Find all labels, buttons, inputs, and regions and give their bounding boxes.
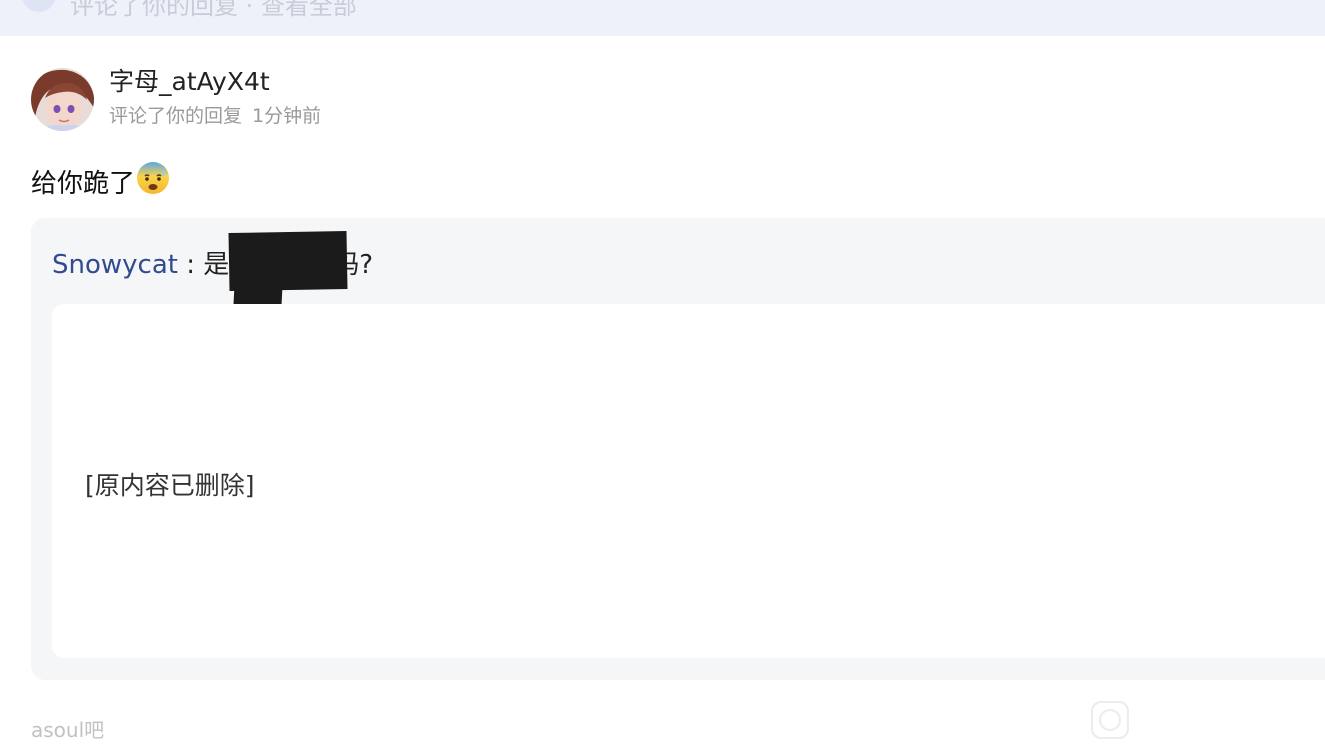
- timestamp: 1分钟前: [252, 105, 322, 127]
- forum-link[interactable]: asoul吧: [31, 714, 104, 743]
- top-strip-text: 评论了你的回复 · 查看全部: [70, 0, 357, 20]
- anxious-sweat-emoji: [136, 161, 170, 202]
- comment-meta: 评论了你的回复 1分钟前: [109, 101, 321, 128]
- comment-body: 给你跪了: [31, 169, 136, 199]
- original-content-card[interactable]: [原内容已删除]: [52, 304, 1325, 658]
- quote-separator: :: [177, 250, 204, 280]
- username[interactable]: 字母_atAyX4t: [109, 62, 270, 98]
- quoted-author-link[interactable]: Snowycat: [52, 250, 178, 280]
- quoted-reply-card[interactable]: Snowycat : 是堪堪而已吗? [原内容已删除]: [31, 218, 1325, 680]
- action-label: 评论了你的回复: [109, 105, 243, 127]
- avatar[interactable]: [31, 68, 94, 131]
- watermark-icon: [1090, 700, 1130, 740]
- comment-text: 给你跪了: [31, 161, 170, 202]
- avatar-image: [31, 68, 94, 131]
- top-strip: 评论了你的回复 · 查看全部: [0, 0, 1325, 36]
- top-avatar-partial: [22, 0, 56, 12]
- deleted-notice: [原内容已删除]: [85, 471, 255, 500]
